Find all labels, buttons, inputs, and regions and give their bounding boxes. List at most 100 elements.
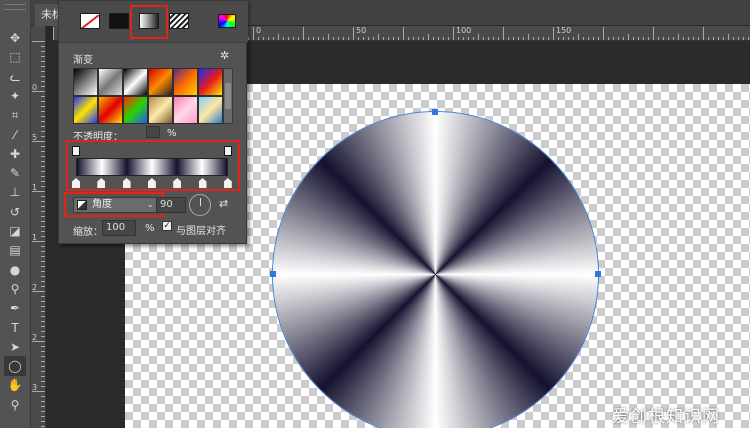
presets-scrollbar[interactable] xyxy=(223,68,233,124)
ruler-tick xyxy=(543,37,544,40)
align-with-layer-checkbox[interactable]: ✓ xyxy=(162,221,172,231)
gradient-preset-swatch[interactable] xyxy=(173,68,198,96)
path-selection-icon[interactable]: ➤ xyxy=(4,337,26,357)
type-tool-icon[interactable]: T xyxy=(4,318,26,338)
anchor-point-left[interactable] xyxy=(270,271,276,277)
pen-tool-icon[interactable]: ✒ xyxy=(4,298,26,318)
eyedropper-icon[interactable]: ⁄ xyxy=(4,125,26,145)
ruler-tick xyxy=(593,37,594,40)
ruler-tick xyxy=(373,37,374,40)
ruler-top-label: 150 xyxy=(556,26,572,35)
photoshop-window: ✥ ⬚ ᓚ ✦ ⌗ ⁄ ✚ ✎ ⊥ ↺ ◪ ▤ ● ⚲ ✒ T ➤ ◯ ✋ ⚲ 未标 0 50 100 150 051122… xyxy=(0,0,750,428)
brush-tool-icon[interactable]: ✎ xyxy=(4,163,26,183)
gradient-tool-icon[interactable]: ▤ xyxy=(4,240,26,260)
color-picker-icon[interactable] xyxy=(218,14,236,28)
gradient-preset-swatch[interactable] xyxy=(98,68,123,96)
zoom-tool-icon[interactable]: ⚲ xyxy=(4,395,26,415)
no-fill-button[interactable] xyxy=(80,13,100,29)
ruler-tick xyxy=(663,37,664,40)
gradient-preset-swatch[interactable] xyxy=(173,96,198,124)
ruler-tick xyxy=(693,37,694,40)
ruler-tick xyxy=(41,406,45,407)
ruler-tick xyxy=(258,37,259,40)
gear-icon[interactable]: ✲ xyxy=(220,49,229,62)
hand-tool-icon[interactable]: ✋ xyxy=(4,375,26,395)
healing-brush-icon[interactable]: ✚ xyxy=(4,144,26,164)
reverse-gradient-icon[interactable]: ⇄ xyxy=(219,197,228,210)
angle-dial[interactable] xyxy=(189,194,211,216)
ruler-tick xyxy=(508,37,509,40)
gradient-fill-panel: 渐变 ✲ 不透明度： % 角度 ⌄ 90 ⇄ 缩放： 100 % ✓ 与图层对齐 xyxy=(58,0,248,244)
ruler-left-label: 5 xyxy=(32,133,38,142)
ruler-tick xyxy=(41,351,45,352)
ruler-tick xyxy=(328,34,329,40)
history-brush-icon[interactable]: ↺ xyxy=(4,202,26,222)
gradient-preset-swatch[interactable] xyxy=(73,96,98,124)
ellipse-tool-icon[interactable]: ◯ xyxy=(4,356,26,377)
pattern-button[interactable] xyxy=(169,13,189,29)
ruler-tick xyxy=(41,286,45,287)
gradient-preset-swatch[interactable] xyxy=(198,68,223,96)
gradient-preset-swatch[interactable] xyxy=(148,96,173,124)
magic-wand-icon[interactable]: ✦ xyxy=(4,86,26,106)
ruler-tick xyxy=(708,37,709,40)
crop-tool-icon[interactable]: ⌗ xyxy=(4,105,26,125)
blur-tool-icon[interactable]: ● xyxy=(4,260,26,280)
gradient-circle-layer[interactable] xyxy=(273,112,598,428)
ruler-tick xyxy=(41,151,45,152)
ruler-tick xyxy=(503,27,504,40)
gradient-preset-swatch[interactable] xyxy=(148,68,173,96)
scroll-thumb[interactable] xyxy=(225,83,231,109)
gradient-preset-swatch[interactable] xyxy=(98,96,123,124)
scale-input[interactable]: 100 xyxy=(102,220,136,236)
ruler-tick xyxy=(41,311,45,312)
ruler-tick xyxy=(343,37,344,40)
gradient-preset-swatch[interactable] xyxy=(123,96,148,124)
ruler-tick xyxy=(41,411,45,412)
ruler-tick xyxy=(41,266,45,267)
dodge-tool-icon[interactable]: ⚲ xyxy=(4,279,26,299)
ruler-tick xyxy=(41,371,45,372)
ruler-tick xyxy=(41,106,45,107)
ruler-tick xyxy=(633,37,634,40)
gradient-preset-swatch[interactable] xyxy=(73,68,98,96)
ruler-tick xyxy=(41,136,45,137)
move-tool-icon[interactable]: ✥ xyxy=(4,28,26,48)
anchor-point-right[interactable] xyxy=(595,271,601,277)
clone-stamp-icon[interactable]: ⊥ xyxy=(4,182,26,202)
ruler-tick xyxy=(41,201,45,202)
ruler-tick xyxy=(363,37,364,40)
ruler-tick xyxy=(498,37,499,40)
ruler-tick xyxy=(493,37,494,40)
angle-input[interactable]: 90 xyxy=(156,197,186,213)
anchor-point-top[interactable] xyxy=(432,109,438,115)
ruler-tick xyxy=(683,37,684,40)
ruler-tick xyxy=(41,101,45,102)
ruler-tick xyxy=(263,37,264,40)
gradient-style-select[interactable]: 角度 ⌄ xyxy=(73,197,159,213)
gradient-preset-swatch[interactable] xyxy=(198,96,223,124)
solid-color-button[interactable] xyxy=(109,13,129,29)
ruler-tick xyxy=(41,156,45,157)
ruler-tick xyxy=(41,51,45,52)
ruler-tick xyxy=(41,96,45,97)
opacity-stop-left[interactable] xyxy=(72,146,80,156)
ruler-tick xyxy=(41,56,45,57)
ruler-tick xyxy=(41,236,45,237)
ruler-tick xyxy=(428,34,429,40)
ruler-tick xyxy=(648,37,649,40)
lasso-tool-icon[interactable]: ᓚ xyxy=(4,67,26,87)
ruler-tick xyxy=(583,37,584,40)
opacity-input[interactable] xyxy=(146,126,160,138)
marquee-tool-icon[interactable]: ⬚ xyxy=(4,47,26,67)
ruler-tick xyxy=(41,71,45,72)
eraser-icon[interactable]: ◪ xyxy=(4,221,26,241)
gradient-preset-swatch[interactable] xyxy=(123,68,148,96)
opacity-stop-right[interactable] xyxy=(224,146,232,156)
ruler-tick xyxy=(41,401,45,402)
ruler-tick xyxy=(41,331,45,332)
gradient-preview-bar[interactable] xyxy=(76,158,228,176)
ruler-tick xyxy=(568,37,569,40)
ruler-tick xyxy=(41,251,45,252)
toolbar-grip[interactable] xyxy=(4,4,26,10)
